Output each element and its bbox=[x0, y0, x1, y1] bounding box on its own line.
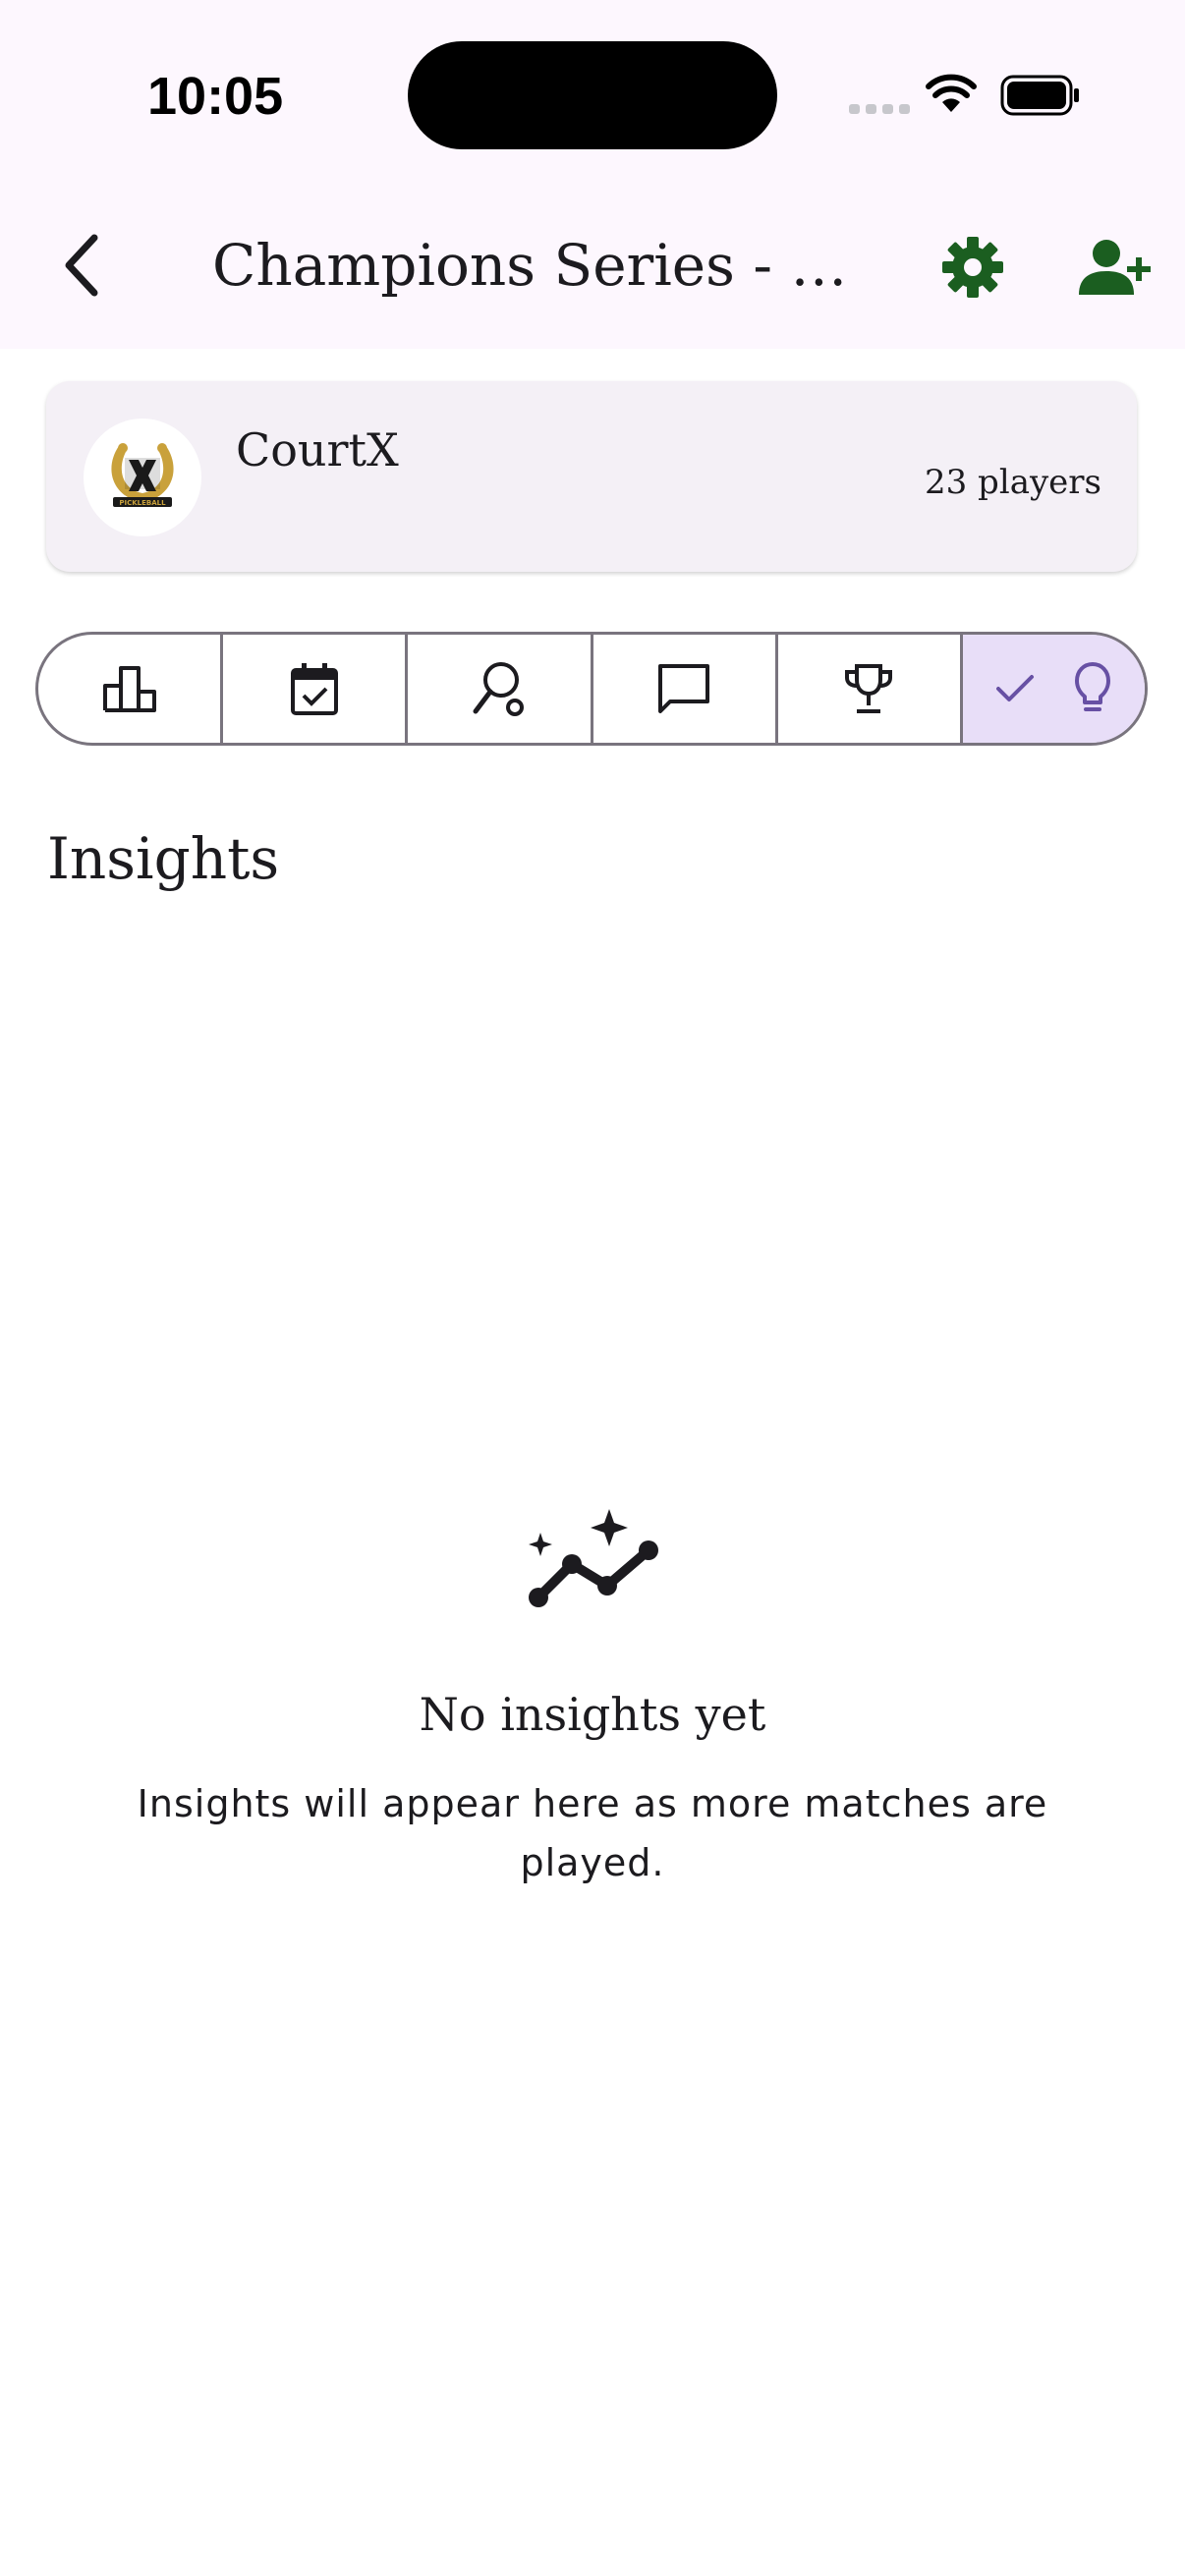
page-title: Champions Series - Pr... bbox=[212, 232, 861, 299]
status-time: 10:05 bbox=[147, 67, 284, 126]
tab-chat[interactable] bbox=[593, 635, 778, 743]
battery-icon bbox=[1000, 75, 1079, 116]
back-button[interactable] bbox=[51, 228, 110, 303]
tab-tournaments[interactable] bbox=[778, 635, 963, 743]
add-user-button[interactable] bbox=[1077, 236, 1154, 299]
wifi-icon bbox=[926, 74, 977, 112]
calendar-check-icon bbox=[290, 663, 338, 715]
checkmark-icon bbox=[996, 675, 1035, 701]
tab-leaderboard[interactable] bbox=[38, 635, 224, 743]
dynamic-island bbox=[408, 41, 777, 149]
settings-button[interactable] bbox=[941, 236, 1004, 299]
tab-insights[interactable] bbox=[962, 635, 1145, 743]
tab-matches[interactable] bbox=[408, 635, 593, 743]
person-add-icon bbox=[1079, 240, 1151, 295]
section-tabs bbox=[35, 632, 1148, 746]
tab-schedule[interactable] bbox=[223, 635, 409, 743]
empty-state-title: No insights yet bbox=[419, 1688, 766, 1741]
chat-icon bbox=[658, 664, 710, 713]
lightbulb-icon bbox=[1075, 662, 1111, 711]
trophy-icon bbox=[845, 664, 893, 713]
svg-text:PICKLEBALL: PICKLEBALL bbox=[119, 499, 166, 507]
chevron-left-icon bbox=[65, 234, 98, 297]
group-avatar: PICKLEBALL bbox=[84, 419, 201, 536]
cellular-signal-icon bbox=[849, 104, 910, 114]
racket-icon bbox=[473, 662, 524, 716]
insights-sparkle-icon bbox=[529, 1509, 658, 1607]
section-title: Insights bbox=[47, 825, 280, 892]
pickleball-logo: PICKLEBALL bbox=[111, 443, 174, 507]
player-count: 23 players bbox=[924, 463, 1101, 502]
group-name: CourtX bbox=[236, 423, 399, 476]
group-card[interactable]: PICKLEBALL CourtX 23 players bbox=[46, 381, 1137, 572]
gear-icon bbox=[942, 237, 1003, 298]
empty-state-description: Insights will appear here as more matche… bbox=[137, 1782, 1048, 1884]
leaderboard-icon bbox=[102, 666, 156, 712]
